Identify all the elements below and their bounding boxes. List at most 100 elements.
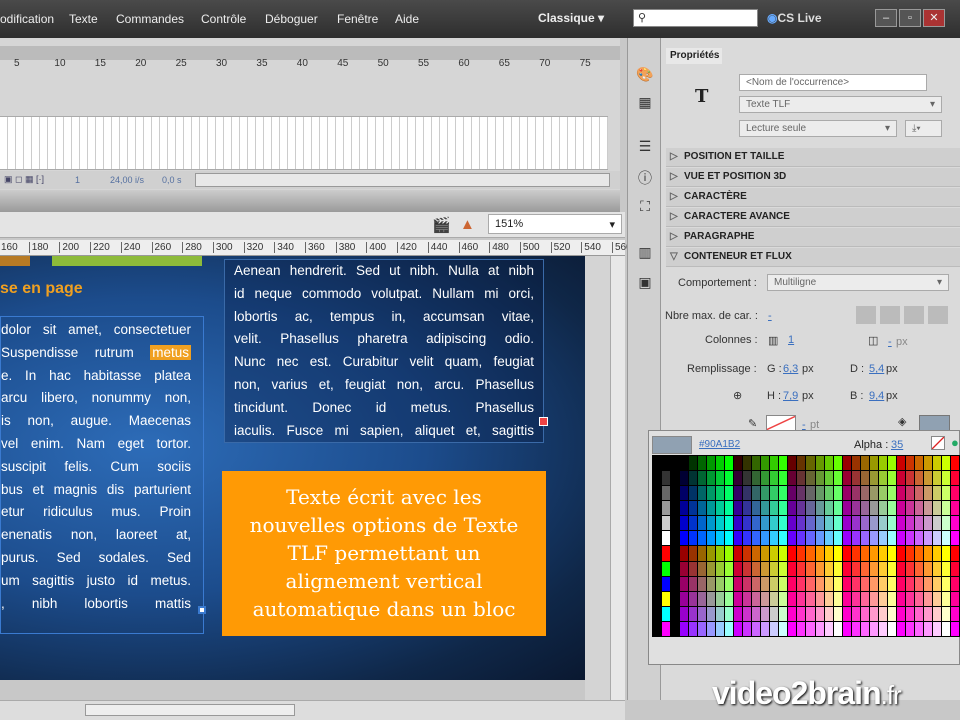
color-swatch[interactable] bbox=[788, 546, 797, 561]
color-swatch[interactable] bbox=[896, 561, 905, 576]
color-swatch[interactable] bbox=[770, 456, 779, 471]
color-swatch[interactable] bbox=[833, 546, 842, 561]
color-swatch[interactable] bbox=[815, 576, 824, 591]
color-swatch[interactable] bbox=[725, 546, 734, 561]
color-swatch[interactable] bbox=[860, 576, 869, 591]
columns-value[interactable]: 1 bbox=[788, 334, 794, 346]
color-swatch[interactable] bbox=[806, 501, 815, 516]
section-conteneur-et-flux[interactable]: CONTENEUR ET FLUX bbox=[666, 248, 960, 267]
color-swatch[interactable] bbox=[923, 471, 932, 486]
color-swatch[interactable] bbox=[779, 576, 788, 591]
color-swatch[interactable] bbox=[905, 591, 914, 606]
color-swatch[interactable] bbox=[770, 471, 779, 486]
color-swatch[interactable] bbox=[905, 606, 914, 621]
color-swatch[interactable] bbox=[932, 531, 941, 546]
color-swatch[interactable] bbox=[851, 471, 860, 486]
color-swatch[interactable] bbox=[761, 606, 770, 621]
color-swatch[interactable] bbox=[770, 486, 779, 501]
color-swatch[interactable] bbox=[887, 561, 896, 576]
color-swatch[interactable] bbox=[950, 546, 959, 561]
color-swatch[interactable] bbox=[770, 546, 779, 561]
color-swatch[interactable] bbox=[932, 471, 941, 486]
color-swatch[interactable] bbox=[653, 531, 662, 546]
color-swatch[interactable] bbox=[896, 531, 905, 546]
color-swatch[interactable] bbox=[950, 516, 959, 531]
color-swatch[interactable] bbox=[941, 486, 950, 501]
color-swatch[interactable] bbox=[914, 516, 923, 531]
color-swatch[interactable] bbox=[806, 456, 815, 471]
color-swatch[interactable] bbox=[716, 561, 725, 576]
color-swatch[interactable] bbox=[815, 471, 824, 486]
color-swatch[interactable] bbox=[923, 546, 932, 561]
color-swatch[interactable] bbox=[878, 501, 887, 516]
gutter-value[interactable]: - bbox=[888, 336, 892, 348]
color-swatch[interactable] bbox=[923, 621, 932, 636]
color-swatch[interactable] bbox=[842, 516, 851, 531]
color-swatch[interactable] bbox=[725, 501, 734, 516]
color-swatch[interactable] bbox=[860, 561, 869, 576]
color-swatch[interactable] bbox=[716, 591, 725, 606]
color-swatch[interactable] bbox=[761, 546, 770, 561]
color-swatch[interactable] bbox=[698, 576, 707, 591]
color-swatch[interactable] bbox=[761, 516, 770, 531]
color-swatch[interactable] bbox=[689, 486, 698, 501]
color-swatch[interactable] bbox=[941, 516, 950, 531]
color-swatch[interactable] bbox=[716, 546, 725, 561]
color-swatch[interactable] bbox=[653, 486, 662, 501]
color-swatch[interactable] bbox=[860, 516, 869, 531]
color-swatch[interactable] bbox=[698, 486, 707, 501]
edit-symbol-icon[interactable]: ▲ bbox=[460, 216, 475, 233]
color-swatch[interactable] bbox=[734, 561, 743, 576]
color-swatch[interactable] bbox=[914, 576, 923, 591]
color-swatch[interactable] bbox=[815, 546, 824, 561]
color-swatch[interactable] bbox=[932, 456, 941, 471]
color-swatch[interactable] bbox=[770, 621, 779, 636]
color-swatch[interactable] bbox=[797, 561, 806, 576]
color-swatch[interactable] bbox=[914, 606, 923, 621]
color-swatch[interactable] bbox=[797, 576, 806, 591]
section-position-et-taille[interactable]: POSITION ET TAILLE bbox=[666, 148, 960, 167]
color-swatch[interactable] bbox=[806, 516, 815, 531]
color-swatch[interactable] bbox=[914, 546, 923, 561]
color-swatch[interactable] bbox=[860, 591, 869, 606]
link-padding-icon[interactable]: ⊕ bbox=[733, 389, 742, 402]
color-swatch[interactable] bbox=[806, 561, 815, 576]
color-swatch[interactable] bbox=[824, 576, 833, 591]
current-frame[interactable]: 1 bbox=[75, 175, 80, 185]
color-swatch[interactable] bbox=[689, 456, 698, 471]
padding-top-value[interactable]: 7,9 bbox=[783, 390, 798, 402]
color-swatch[interactable] bbox=[779, 621, 788, 636]
color-swatch[interactable] bbox=[869, 561, 878, 576]
color-swatch[interactable] bbox=[761, 456, 770, 471]
color-swatch[interactable] bbox=[896, 546, 905, 561]
color-swatch[interactable] bbox=[896, 591, 905, 606]
color-swatch[interactable] bbox=[770, 516, 779, 531]
color-swatch[interactable] bbox=[662, 546, 671, 561]
behavior-select[interactable]: Multiligne ▾ bbox=[767, 274, 949, 291]
color-swatch[interactable] bbox=[779, 501, 788, 516]
color-swatch[interactable] bbox=[743, 531, 752, 546]
color-swatch[interactable] bbox=[815, 606, 824, 621]
color-swatch[interactable] bbox=[941, 561, 950, 576]
color-swatch[interactable] bbox=[950, 561, 959, 576]
color-swatch[interactable] bbox=[887, 621, 896, 636]
color-swatch[interactable] bbox=[905, 456, 914, 471]
swatches-icon[interactable]: ▦ bbox=[635, 94, 655, 112]
color-swatch[interactable] bbox=[689, 621, 698, 636]
color-swatch[interactable] bbox=[671, 591, 680, 606]
color-swatch[interactable] bbox=[860, 471, 869, 486]
color-swatch[interactable] bbox=[770, 591, 779, 606]
color-swatch[interactable] bbox=[707, 471, 716, 486]
library-icon[interactable]: ▥ bbox=[635, 244, 655, 262]
vertical-scrollbar[interactable] bbox=[610, 256, 625, 700]
color-swatch[interactable] bbox=[698, 531, 707, 546]
timeline-scrollbar[interactable] bbox=[195, 173, 610, 187]
search-input[interactable]: ⚲ bbox=[633, 9, 758, 27]
color-swatch[interactable] bbox=[878, 546, 887, 561]
padding-right-value[interactable]: 5,4 bbox=[869, 363, 884, 375]
color-swatch[interactable] bbox=[833, 531, 842, 546]
color-swatch[interactable] bbox=[941, 471, 950, 486]
color-swatch[interactable] bbox=[734, 591, 743, 606]
color-swatch[interactable] bbox=[680, 531, 689, 546]
color-swatch[interactable] bbox=[932, 621, 941, 636]
